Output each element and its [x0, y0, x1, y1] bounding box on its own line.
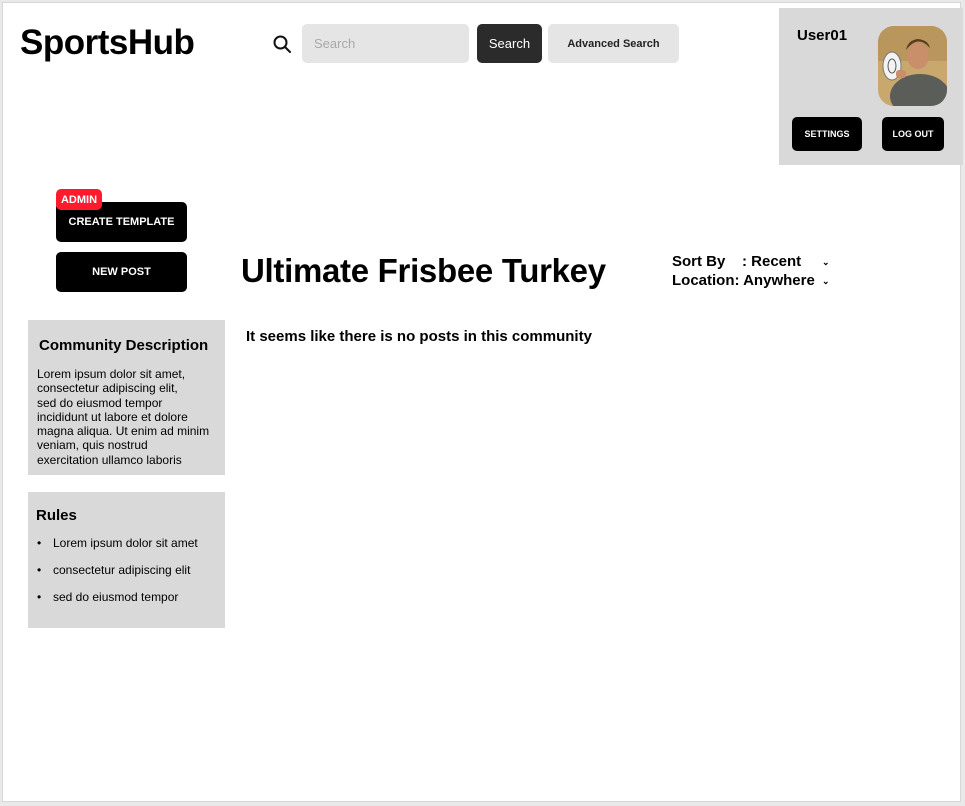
- search-icon[interactable]: [272, 34, 292, 54]
- search-button[interactable]: Search: [477, 24, 542, 63]
- chevron-down-icon[interactable]: ⌄: [822, 257, 830, 268]
- rules-panel: Rules Lorem ipsum dolor sit amet consect…: [28, 492, 225, 628]
- logout-button[interactable]: LOG OUT: [882, 117, 944, 151]
- username: User01: [797, 27, 848, 44]
- advanced-search-button[interactable]: Advanced Search: [548, 24, 679, 63]
- description-line: consectetur adipiscing elit,: [37, 381, 178, 396]
- site-logo[interactable]: SportsHub: [20, 23, 195, 63]
- rules-list: Lorem ipsum dolor sit amet consectetur a…: [36, 536, 198, 617]
- admin-badge: ADMIN: [56, 189, 102, 210]
- rule-item: sed do eiusmod tempor: [36, 590, 198, 617]
- page-frame: SportsHub Search Advanced Search User01 …: [2, 2, 963, 802]
- search-input[interactable]: [302, 24, 469, 63]
- description-line: incididunt ut labore et dolore: [37, 409, 188, 424]
- rules-title: Rules: [36, 507, 77, 524]
- description-line: magna aliqua. Ut enim ad minim: [37, 424, 210, 439]
- settings-button[interactable]: SETTINGS: [792, 117, 862, 151]
- community-description-panel: Community Description Lorem ipsum dolor …: [28, 320, 225, 475]
- community-title: Ultimate Frisbee Turkey: [241, 252, 606, 289]
- location-dropdown[interactable]: Location: Anywhere: [672, 272, 815, 289]
- rule-item: consectetur adipiscing elit: [36, 563, 198, 590]
- description-body: Lorem ipsum dolor sit amet, consectetur …: [37, 367, 222, 467]
- chevron-down-icon[interactable]: ⌄: [822, 276, 830, 287]
- description-line: sed do eiusmod tempor: [37, 395, 163, 410]
- sort-value: : Recent: [742, 253, 802, 270]
- description-title: Community Description: [39, 337, 209, 354]
- sort-dropdown[interactable]: Sort By : Recent: [672, 253, 801, 270]
- user-panel: User01 SETTINGS LOG OUT: [779, 8, 963, 165]
- empty-posts-message: It seems like there is no posts in this …: [246, 328, 592, 345]
- description-line: exercitation ullamco laboris: [37, 452, 182, 467]
- location-label: Location: Anywhere: [672, 272, 815, 289]
- description-line: veniam, quis nostrud: [37, 438, 148, 453]
- new-post-button[interactable]: NEW POST: [56, 252, 187, 292]
- avatar[interactable]: [878, 26, 947, 106]
- rule-item: Lorem ipsum dolor sit amet: [36, 536, 198, 563]
- description-line: Lorem ipsum dolor sit amet,: [37, 367, 186, 381]
- sort-label: Sort By: [672, 253, 726, 270]
